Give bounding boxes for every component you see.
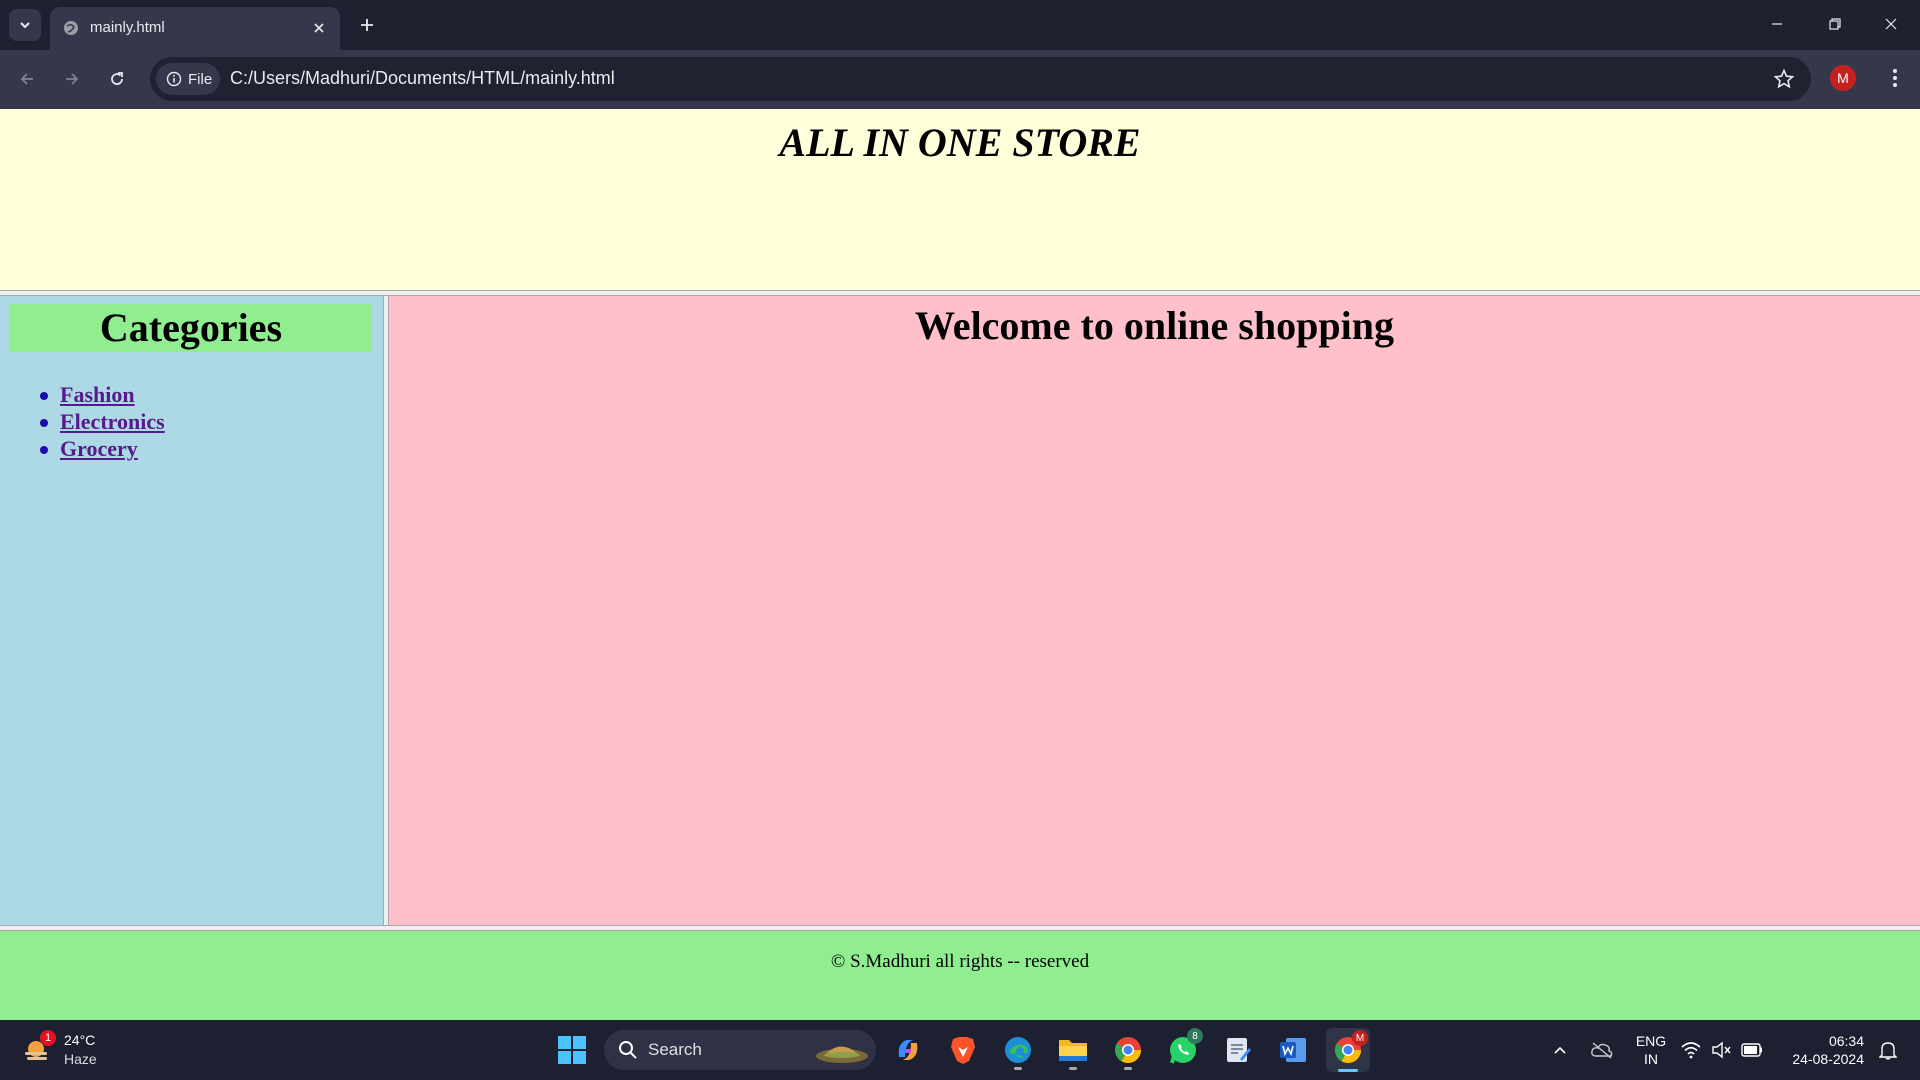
globe-icon	[64, 21, 78, 35]
cloud-off-icon	[1591, 1042, 1613, 1059]
store-title: ALL IN ONE STORE	[779, 120, 1141, 165]
welcome-heading: Welcome to online shopping	[915, 303, 1394, 348]
onedrive-icon[interactable]	[1582, 1028, 1622, 1072]
windows-taskbar: 1 24°C Haze Search 8 M ENG IN 06:34 24-0…	[0, 1020, 1920, 1080]
url-text[interactable]: C:/Users/Madhuri/Documents/HTML/mainly.h…	[230, 68, 615, 89]
file-chip-label: File	[188, 70, 213, 88]
search-label: Search	[648, 1040, 702, 1059]
folder-icon	[1059, 1040, 1087, 1061]
copyright-text: © S.Madhuri all rights -- reserved	[830, 951, 1090, 972]
running-indicator	[1069, 1067, 1077, 1070]
category-link-grocery[interactable]: Grocery	[60, 436, 138, 461]
input-language[interactable]: ENG IN	[1628, 1032, 1674, 1068]
tab-close-button[interactable]	[308, 17, 330, 39]
bell-icon	[1879, 1042, 1897, 1060]
notepad-logo-icon	[1227, 1038, 1251, 1062]
arrow-left-icon	[20, 73, 33, 85]
chevron-down-icon	[20, 22, 30, 29]
edge-logo-icon	[1005, 1037, 1031, 1063]
weather-condition: Haze	[64, 1051, 97, 1067]
footer-frame: © S.Madhuri all rights -- reserved	[0, 931, 1920, 1020]
back-button[interactable]	[10, 62, 44, 96]
search-icon	[619, 1041, 637, 1059]
minimize-button[interactable]	[1748, 0, 1806, 48]
main-content-frame: Welcome to online shopping	[389, 296, 1920, 925]
close-icon	[1885, 18, 1897, 30]
reload-button[interactable]	[100, 62, 134, 96]
active-indicator	[1338, 1069, 1358, 1072]
browser-tab-bar: mainly.html	[0, 0, 1920, 50]
running-indicator	[1124, 1067, 1132, 1070]
header-frame: ALL IN ONE STORE	[0, 109, 1920, 290]
categories-list: Fashion Electronics Grocery	[38, 381, 165, 462]
taskbar-search[interactable]: Search	[604, 1030, 876, 1070]
browser-toolbar: File C:/Users/Madhuri/Documents/HTML/mai…	[0, 50, 1920, 109]
site-info-chip[interactable]: File	[156, 63, 220, 95]
show-hidden-icons-button[interactable]	[1540, 1028, 1580, 1072]
info-icon	[166, 71, 182, 87]
browser-tab-active[interactable]: mainly.html	[50, 7, 340, 50]
list-item: Fashion	[38, 381, 165, 408]
plus-icon	[361, 19, 373, 31]
more-vertical-icon	[1893, 69, 1897, 87]
copilot-logo-icon	[898, 1040, 918, 1060]
close-window-button[interactable]	[1862, 0, 1920, 48]
weather-widget[interactable]: 1 24°C Haze	[22, 1030, 112, 1072]
category-link-electronics[interactable]: Electronics	[60, 409, 165, 434]
web-page: ALL IN ONE STORE Categories Fashion Elec…	[0, 109, 1920, 1020]
chrome-profile-icon[interactable]: M	[1326, 1028, 1370, 1072]
brave-lion-icon	[951, 1037, 975, 1064]
clock[interactable]: 06:34 24-08-2024	[1778, 1032, 1868, 1068]
restore-button[interactable]	[1806, 0, 1864, 48]
new-tab-button[interactable]	[352, 10, 382, 40]
address-bar[interactable]: File C:/Users/Madhuri/Documents/HTML/mai…	[150, 57, 1811, 101]
notepad-icon[interactable]	[1216, 1028, 1260, 1072]
chrome-logo-icon	[1114, 1037, 1142, 1064]
chrome-icon[interactable]	[1106, 1028, 1150, 1072]
categories-frame: Categories Fashion Electronics Grocery	[0, 296, 383, 925]
battery-icon	[1741, 1043, 1762, 1057]
notifications-button[interactable]	[1868, 1028, 1908, 1072]
categories-heading: Categories	[10, 304, 372, 352]
clock-date: 24-08-2024	[1792, 1051, 1864, 1067]
copilot-icon[interactable]	[886, 1028, 930, 1072]
quick-settings-button[interactable]	[1674, 1028, 1770, 1072]
tab-search-button[interactable]	[9, 9, 41, 41]
list-item: Grocery	[38, 435, 165, 462]
close-icon	[314, 23, 324, 33]
category-link-fashion[interactable]: Fashion	[60, 382, 135, 407]
brave-icon[interactable]	[941, 1028, 985, 1072]
search-highlight-icon	[816, 1046, 868, 1063]
edge-icon[interactable]	[996, 1028, 1040, 1072]
browser-menu-button[interactable]	[1880, 62, 1910, 94]
tab-title: mainly.html	[90, 19, 165, 36]
profile-avatar[interactable]: M	[1830, 65, 1856, 91]
restore-icon	[1829, 18, 1841, 30]
list-item: Electronics	[38, 408, 165, 435]
minimize-icon	[1772, 23, 1782, 25]
clock-time: 06:34	[1828, 1033, 1864, 1049]
chevron-up-icon	[1554, 1046, 1566, 1054]
forward-button[interactable]	[55, 62, 89, 96]
wifi-icon	[1681, 1042, 1701, 1059]
volume-muted-icon	[1712, 1041, 1731, 1059]
whatsapp-icon[interactable]: 8	[1161, 1028, 1205, 1072]
profile-badge: M	[1352, 1030, 1368, 1046]
whatsapp-unread-badge: 8	[1187, 1028, 1203, 1044]
language-code: ENG	[1635, 1033, 1667, 1049]
start-button[interactable]	[550, 1028, 594, 1072]
arrow-right-icon	[66, 73, 79, 85]
weather-alert-badge: 1	[40, 1030, 56, 1046]
file-explorer-icon[interactable]	[1051, 1028, 1095, 1072]
temperature: 24°C	[64, 1032, 96, 1048]
region-code: IN	[1644, 1051, 1658, 1067]
running-indicator	[1014, 1067, 1022, 1070]
word-icon[interactable]	[1271, 1028, 1315, 1072]
word-logo-icon	[1280, 1038, 1306, 1062]
bookmark-star-icon[interactable]	[1773, 68, 1795, 90]
reload-icon	[111, 72, 123, 85]
windows-logo-icon	[558, 1036, 586, 1064]
